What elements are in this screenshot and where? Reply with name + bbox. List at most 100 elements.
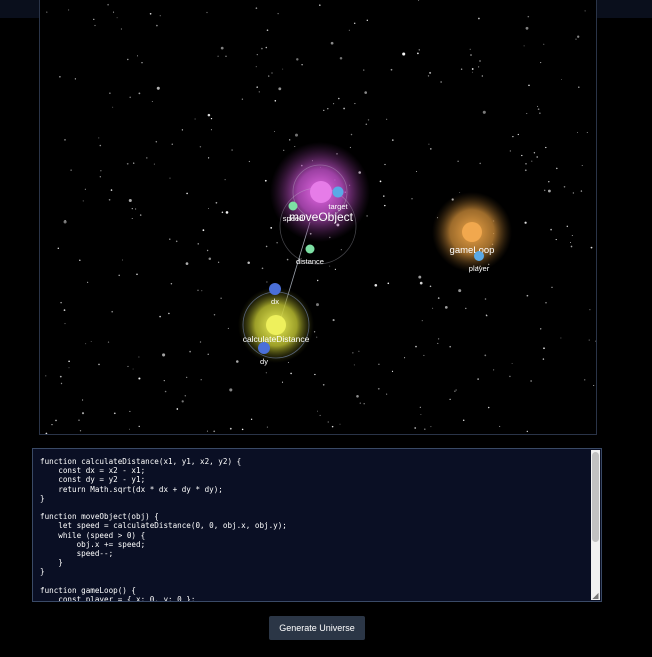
star <box>333 103 335 105</box>
star <box>545 302 547 304</box>
star <box>331 425 334 428</box>
star <box>45 375 47 377</box>
star <box>437 297 440 299</box>
star <box>220 297 222 299</box>
editor-scrollbar[interactable] <box>591 450 600 600</box>
universe-canvas[interactable]: moveObject gameLoop calculateDistance ta… <box>39 0 597 435</box>
star <box>159 315 161 318</box>
star <box>387 282 390 285</box>
variable-dot <box>288 201 298 211</box>
star <box>390 68 393 71</box>
star <box>377 387 380 390</box>
node-core <box>462 222 482 242</box>
star <box>539 328 542 330</box>
star <box>343 107 345 110</box>
star <box>384 163 386 166</box>
star <box>248 160 251 163</box>
variable-label: dy <box>260 357 268 366</box>
star <box>112 106 114 108</box>
star <box>126 162 129 165</box>
star <box>138 356 140 358</box>
star <box>159 15 161 17</box>
star <box>250 418 253 420</box>
star <box>197 243 199 245</box>
node-moveObject[interactable]: moveObject <box>270 142 370 265</box>
star <box>113 412 116 415</box>
star <box>175 240 178 243</box>
star <box>365 123 368 125</box>
star <box>207 353 209 355</box>
star <box>60 382 63 385</box>
star <box>224 179 226 181</box>
star <box>542 358 545 360</box>
star <box>367 119 370 121</box>
star <box>383 195 385 197</box>
star <box>391 139 394 141</box>
star <box>286 258 289 261</box>
star <box>202 229 205 232</box>
star <box>116 17 118 19</box>
star <box>127 58 129 61</box>
code-editor-content[interactable]: function calculateDistance(x1, y1, x2, y… <box>33 449 601 601</box>
star <box>122 259 123 261</box>
star <box>378 363 380 366</box>
star <box>322 383 325 386</box>
star <box>548 181 550 183</box>
star <box>129 410 131 412</box>
star <box>82 399 84 401</box>
star <box>584 379 586 381</box>
star <box>164 390 167 393</box>
code-editor[interactable]: function calculateDistance(x1, y1, x2, y… <box>32 448 602 602</box>
variable-dot <box>269 283 281 295</box>
star <box>64 139 66 141</box>
star <box>455 389 457 391</box>
star <box>79 259 81 262</box>
star <box>207 113 211 117</box>
star <box>576 131 578 133</box>
star <box>135 208 137 210</box>
star <box>449 398 451 400</box>
variable-dot <box>258 342 270 354</box>
star <box>593 384 595 387</box>
star <box>487 406 490 409</box>
star <box>509 375 511 378</box>
node-gameLoop[interactable]: gameLoop <box>432 192 512 272</box>
star <box>201 290 203 292</box>
star <box>295 133 298 137</box>
star <box>543 43 545 45</box>
star <box>63 309 66 311</box>
star <box>478 66 480 68</box>
star <box>570 245 573 248</box>
star <box>210 129 212 131</box>
star <box>454 390 456 392</box>
star <box>352 352 354 354</box>
star <box>94 24 96 27</box>
node-core <box>310 181 332 203</box>
star <box>45 432 48 434</box>
star <box>208 208 209 210</box>
star <box>469 48 471 50</box>
star <box>189 350 191 353</box>
star <box>560 337 562 339</box>
star <box>141 62 143 64</box>
generate-universe-button[interactable]: Generate Universe <box>269 616 365 640</box>
star <box>274 100 277 102</box>
star <box>79 430 82 432</box>
star <box>536 156 539 158</box>
star <box>524 169 527 172</box>
star <box>578 86 580 88</box>
star <box>206 249 209 252</box>
resize-handle-icon[interactable]: ◢ <box>591 591 600 600</box>
star <box>551 286 553 288</box>
editor-scroll-thumb[interactable] <box>592 452 599 542</box>
star <box>404 357 406 359</box>
star <box>46 11 48 13</box>
star <box>550 228 552 231</box>
star <box>584 10 586 12</box>
star <box>415 345 417 348</box>
star <box>327 108 329 110</box>
star <box>129 96 131 99</box>
star <box>471 68 474 70</box>
star <box>386 118 388 120</box>
star <box>282 68 284 70</box>
